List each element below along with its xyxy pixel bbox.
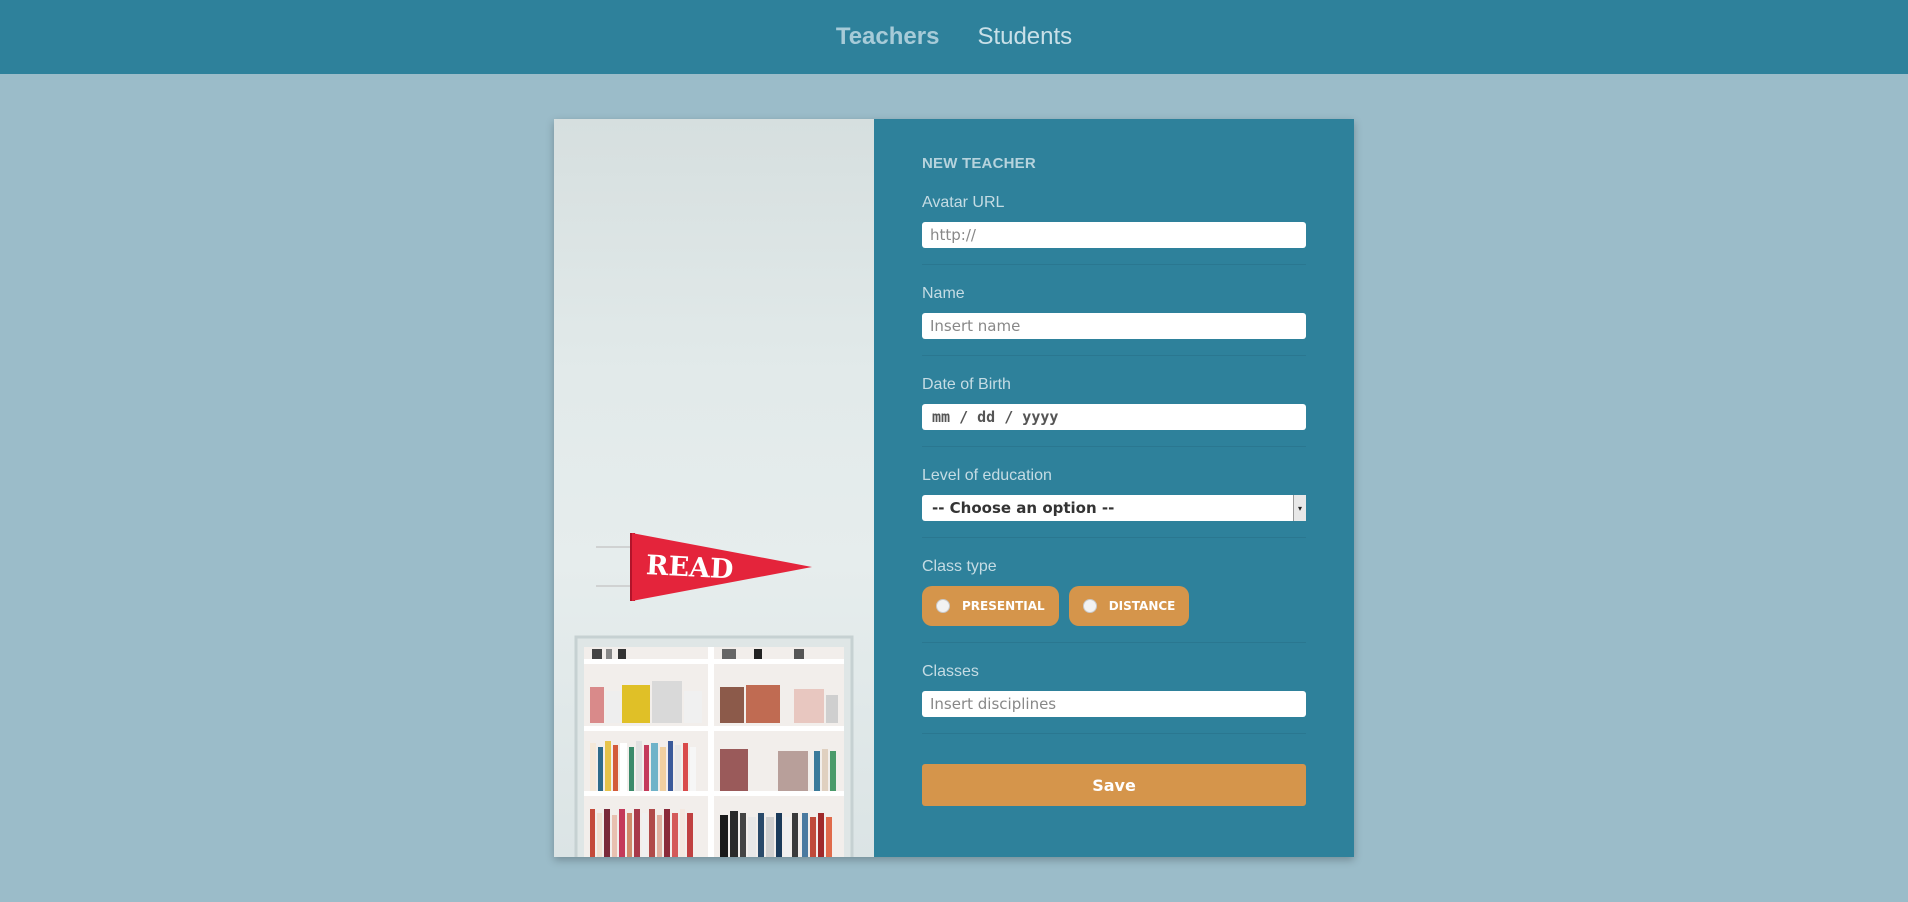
bookshelf-pennant-illustration: READ	[574, 533, 854, 857]
presential-radio-option[interactable]: PRESENTIAL	[922, 586, 1059, 626]
distance-label: DISTANCE	[1108, 599, 1176, 613]
class-type-radio-group: PRESENTIAL DISTANCE	[922, 586, 1306, 626]
classroom-photo: READ	[554, 119, 874, 857]
form-title: NEW TEACHER	[922, 155, 1036, 172]
new-teacher-form: NEW TEACHER Avatar URL Name Date of Birt…	[874, 119, 1354, 857]
date-of-birth-label: Date of Birth	[922, 376, 1011, 393]
education-select[interactable]: -- Choose an option -- ▾	[922, 495, 1306, 521]
classes-field-group: Classes	[922, 663, 1306, 734]
name-input[interactable]	[922, 313, 1306, 339]
education-selected-value: -- Choose an option --	[932, 499, 1115, 517]
top-nav-bar: Teachers Students	[0, 0, 1908, 74]
new-teacher-card: READ NEW TEACHER Avatar URL http:// Name…	[554, 119, 1354, 857]
class-type-field-group: Class type PRESENTIAL DISTANCE	[922, 558, 1306, 643]
pennant-text: READ	[645, 550, 734, 586]
name-field-group: Name	[922, 285, 1306, 356]
chevron-down-icon[interactable]: ▾	[1293, 495, 1306, 521]
nav-teachers-link[interactable]: Teachers	[836, 23, 940, 51]
avatar-url-field-group: Avatar URL	[922, 194, 1306, 265]
avatar-url-input[interactable]	[922, 222, 1306, 248]
name-label: Name	[922, 285, 965, 302]
education-field-group: Level of education -- Choose an option -…	[922, 467, 1306, 538]
date-of-birth-input[interactable]: mm / dd / yyyy	[922, 404, 1306, 430]
classes-input[interactable]	[922, 691, 1306, 717]
date-of-birth-field-group: Date of Birth mm / dd / yyyy	[922, 376, 1306, 447]
avatar-url-label: Avatar URL	[922, 194, 1005, 211]
save-button[interactable]: Save	[922, 764, 1306, 806]
radio-circle-icon[interactable]	[1082, 599, 1097, 613]
classes-label: Classes	[922, 663, 979, 680]
presential-label: PRESENTIAL	[962, 599, 1045, 613]
education-label: Level of education	[922, 467, 1052, 484]
nav-students-link[interactable]: Students	[977, 23, 1072, 51]
radio-circle-icon[interactable]	[936, 599, 950, 613]
distance-radio-option[interactable]: DISTANCE	[1068, 586, 1190, 626]
class-type-label: Class type	[922, 558, 997, 575]
